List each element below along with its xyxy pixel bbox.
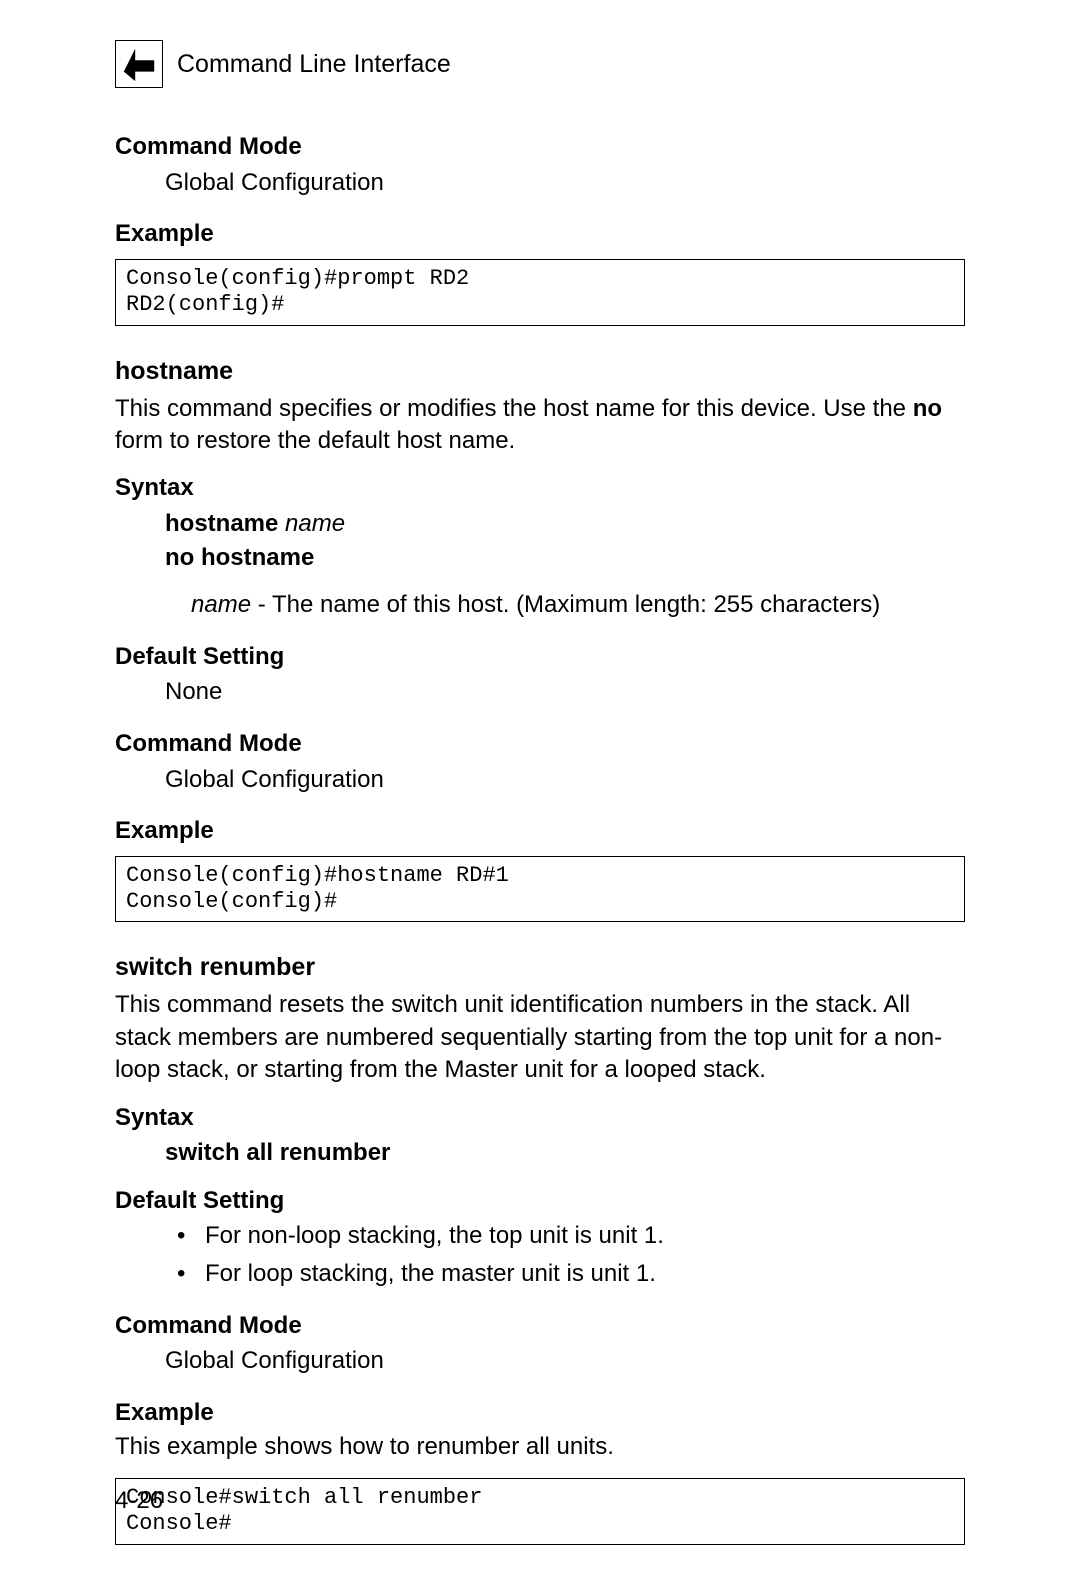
syntax-line: switch all renumber xyxy=(115,1136,965,1170)
syntax-keyword: hostname xyxy=(165,510,278,537)
example-description: This example shows how to renumber all u… xyxy=(115,1431,965,1463)
default-setting-bullets: For non-loop stacking, the top unit is u… xyxy=(115,1219,965,1290)
command-mode-value: Global Configuration xyxy=(115,166,965,200)
command-mode-heading: Command Mode xyxy=(115,1309,965,1343)
desc-text: form to restore the default host name. xyxy=(115,427,515,454)
switch-renumber-description: This command resets the switch unit iden… xyxy=(115,989,965,1086)
default-setting-value: None xyxy=(115,675,965,709)
syntax-heading: Syntax xyxy=(115,1101,965,1135)
page-header: Command Line Interface xyxy=(115,40,965,88)
command-mode-heading: Command Mode xyxy=(115,130,965,164)
syntax-line: no hostname xyxy=(115,541,965,575)
chapter-number-icon xyxy=(115,40,163,88)
example-heading: Example xyxy=(115,1396,965,1430)
hostname-title: hostname xyxy=(115,354,965,389)
chapter-title: Command Line Interface xyxy=(177,47,451,82)
page-number: 4-26 xyxy=(115,1484,163,1518)
example-heading: Example xyxy=(115,814,965,848)
example-heading: Example xyxy=(115,217,965,251)
hostname-description: This command specifies or modifies the h… xyxy=(115,393,965,458)
command-mode-value: Global Configuration xyxy=(115,1344,965,1378)
example-code-block: Console(config)#hostname RD#1 Console(co… xyxy=(115,856,965,923)
command-mode-value: Global Configuration xyxy=(115,763,965,797)
bullet-item: For loop stacking, the master unit is un… xyxy=(115,1257,965,1291)
syntax-param: name xyxy=(278,510,345,537)
param-name: name xyxy=(191,591,251,618)
syntax-line: hostname name xyxy=(115,507,965,541)
param-text: - The name of this host. (Maximum length… xyxy=(251,591,880,618)
desc-bold: no xyxy=(913,395,942,422)
param-description: name - The name of this host. (Maximum l… xyxy=(115,588,965,622)
syntax-heading: Syntax xyxy=(115,471,965,505)
switch-renumber-title: switch renumber xyxy=(115,950,965,985)
example-code-block: Console#switch all renumber Console# xyxy=(115,1478,965,1545)
default-setting-heading: Default Setting xyxy=(115,640,965,674)
default-setting-heading: Default Setting xyxy=(115,1184,965,1218)
example-code-block: Console(config)#prompt RD2 RD2(config)# xyxy=(115,259,965,326)
bullet-item: For non-loop stacking, the top unit is u… xyxy=(115,1219,965,1253)
command-mode-heading: Command Mode xyxy=(115,727,965,761)
desc-text: This command specifies or modifies the h… xyxy=(115,395,913,422)
